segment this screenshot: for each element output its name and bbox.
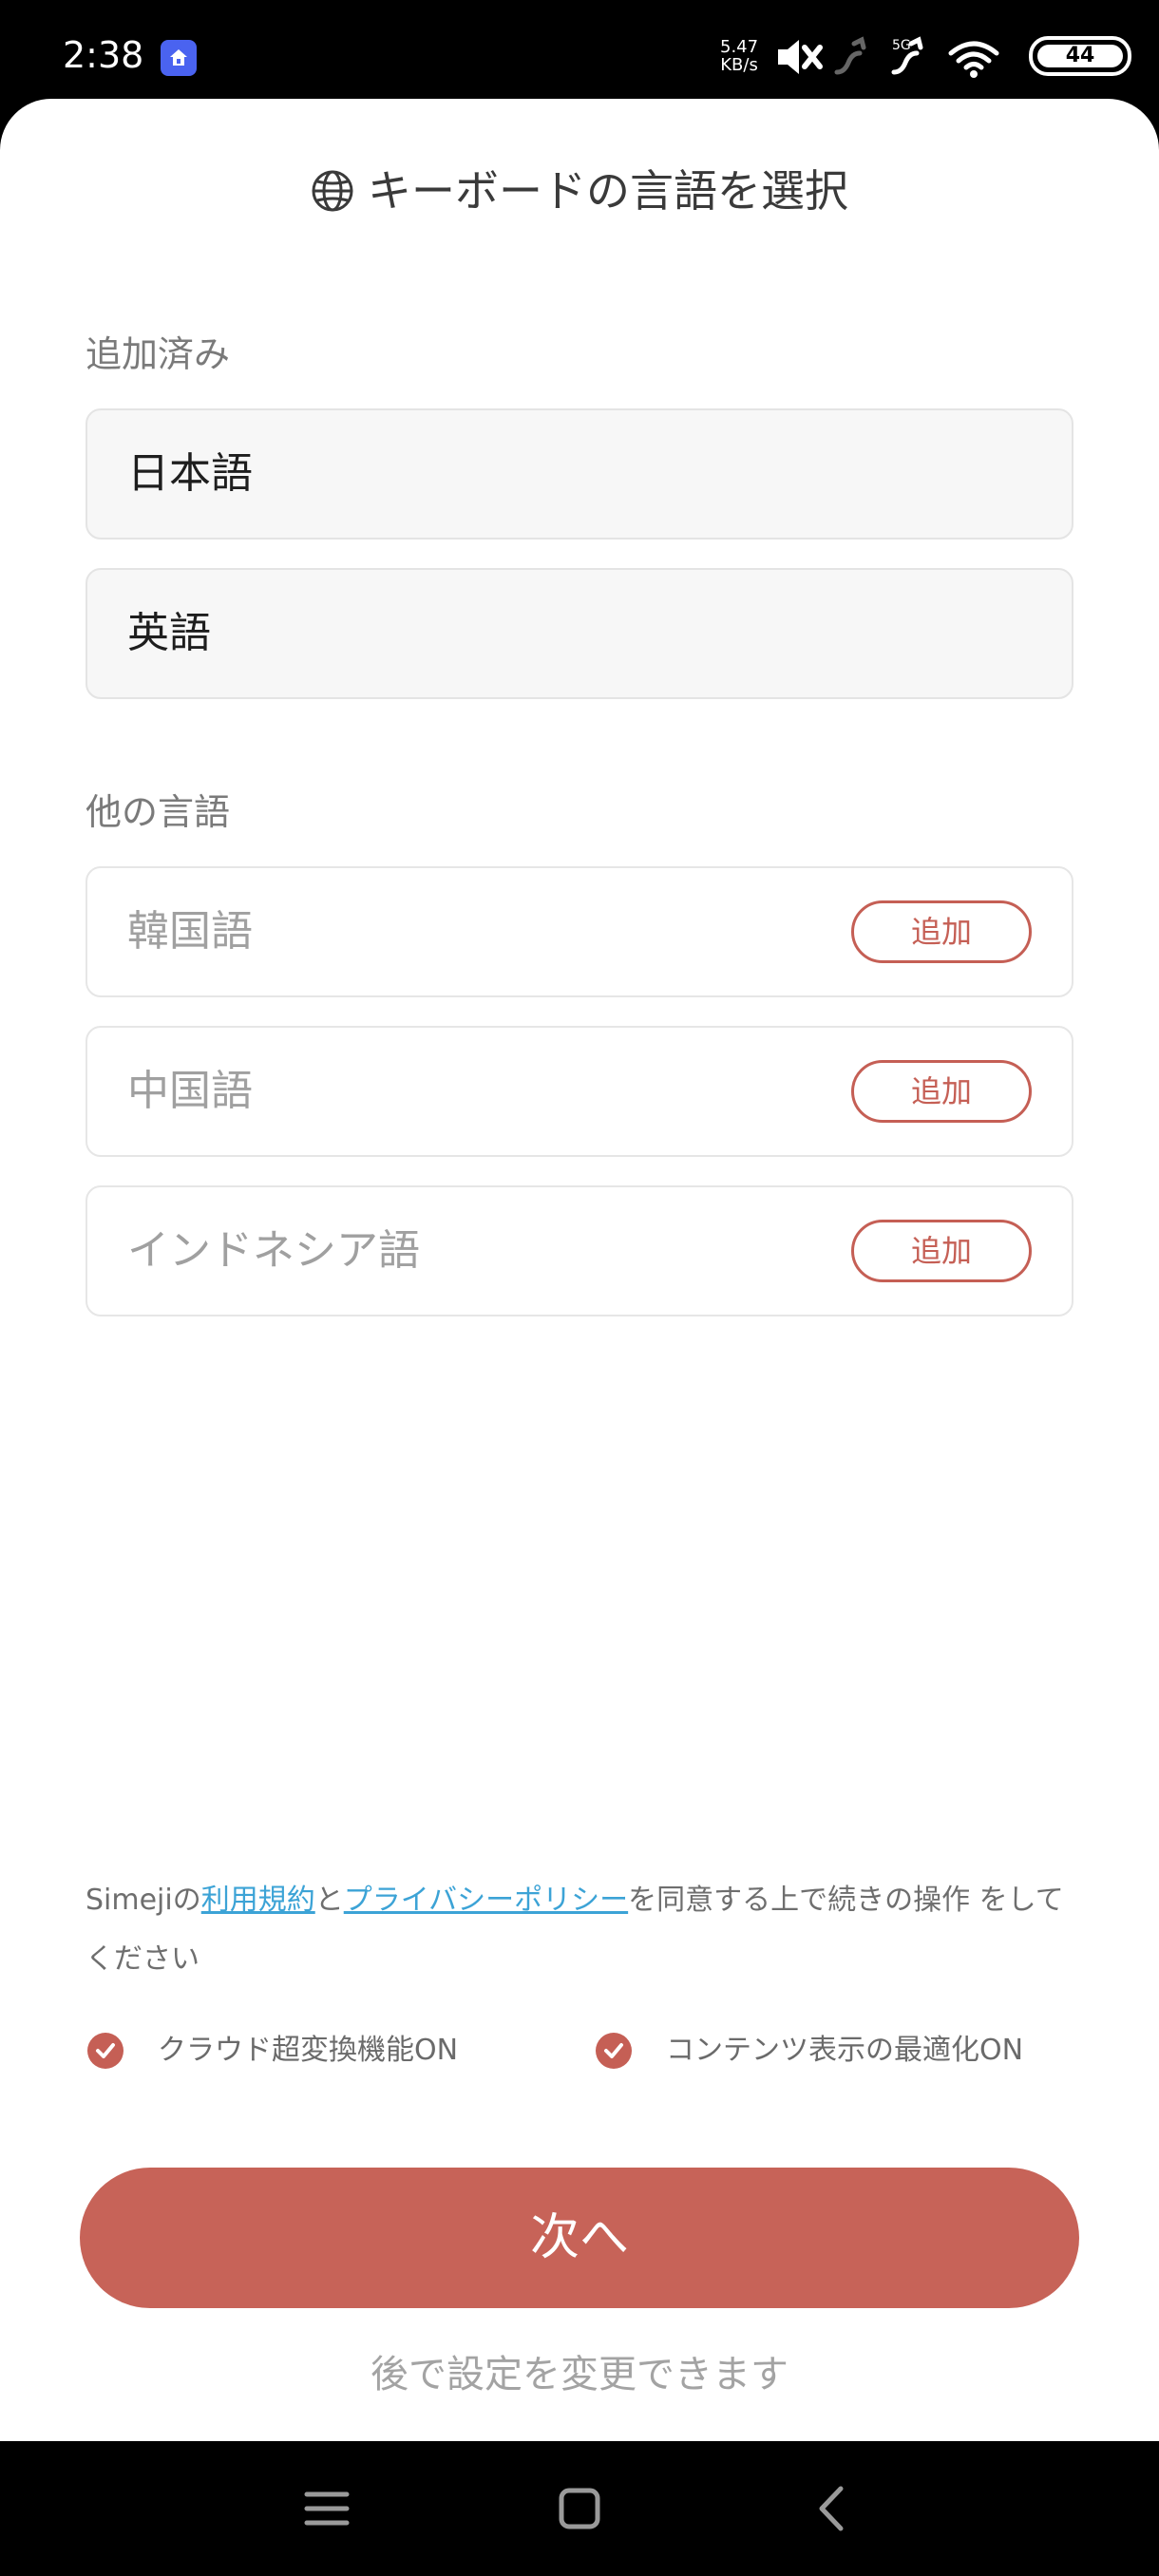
globe-icon — [312, 170, 353, 212]
battery-level: 44 — [1065, 44, 1095, 67]
other-section-label: 他の言語 — [86, 791, 231, 833]
back-icon[interactable] — [799, 2475, 865, 2542]
check-icon — [87, 2033, 124, 2069]
privacy-policy-link[interactable]: プライバシーポリシー — [344, 1884, 628, 1917]
added-language-english[interactable]: 英語 — [86, 568, 1074, 699]
terms-notice: Simejiの利用規約とプライバシーポリシーを同意する上で続きの操作 をしてくだ… — [86, 1871, 1074, 1989]
option-label: コンテンツ表示の最適化ON — [666, 2034, 1024, 2067]
language-name: 中国語 — [127, 1067, 253, 1115]
check-icon — [596, 2033, 632, 2069]
sheet-header: キーボードの言語を選択 — [0, 158, 1159, 224]
other-language-chinese: 中国語 追加 — [86, 1026, 1074, 1157]
menu-icon[interactable] — [294, 2475, 360, 2542]
language-name: 日本語 — [127, 449, 253, 498]
terms-prefix: Simejiの — [86, 1884, 201, 1917]
next-button[interactable]: 次へ — [80, 2168, 1079, 2308]
option-content-optimization[interactable]: コンテンツ表示の最適化ON — [596, 2027, 1023, 2074]
signal-icon — [834, 36, 866, 75]
option-cloud-conversion[interactable]: クラウド超変換機能ON — [87, 2027, 458, 2074]
network-speed: 5.47 KB/s — [720, 38, 758, 74]
home-icon — [161, 40, 197, 76]
added-section-label: 追加済み — [86, 333, 231, 375]
status-time: 2:38 — [63, 34, 144, 76]
battery-icon: 44 — [1029, 36, 1131, 76]
status-icons: 5G — [778, 36, 999, 78]
language-sheet: キーボードの言語を選択 追加済み 日本語 英語 他の言語 韓国語 追加 中国語 … — [0, 99, 1159, 2441]
page-title: キーボードの言語を選択 — [368, 165, 848, 217]
added-language-japanese[interactable]: 日本語 — [86, 408, 1074, 540]
network-speed-unit: KB/s — [720, 55, 758, 75]
add-chinese-button[interactable]: 追加 — [851, 1060, 1032, 1123]
language-name: 韓国語 — [127, 907, 253, 956]
add-korean-button[interactable]: 追加 — [851, 900, 1032, 963]
other-language-korean: 韓国語 追加 — [86, 866, 1074, 997]
navigation-bar — [0, 2441, 1159, 2576]
screen: 2:38 5.47 KB/s 5G 44 キーボードの言語を選択 追加済み 日本… — [0, 0, 1159, 2576]
home-button-icon[interactable] — [546, 2475, 613, 2542]
add-indonesian-button[interactable]: 追加 — [851, 1220, 1032, 1282]
language-name: インドネシア語 — [127, 1226, 420, 1275]
terms-of-use-link[interactable]: 利用規約 — [201, 1884, 315, 1917]
svg-text:5G: 5G — [892, 38, 911, 53]
option-label: クラウド超変換機能ON — [158, 2034, 459, 2067]
wifi-icon — [948, 41, 999, 78]
status-bar: 2:38 5.47 KB/s 5G 44 — [0, 0, 1159, 99]
later-note: 後で設定を変更できます — [370, 2353, 788, 2396]
terms-and: と — [314, 1884, 344, 1917]
other-language-indonesian: インドネシア語 追加 — [86, 1185, 1074, 1316]
signal-5g-icon: 5G — [891, 36, 923, 75]
network-speed-value: 5.47 — [720, 37, 759, 57]
language-name: 英語 — [127, 609, 211, 657]
mute-icon — [778, 40, 823, 74]
